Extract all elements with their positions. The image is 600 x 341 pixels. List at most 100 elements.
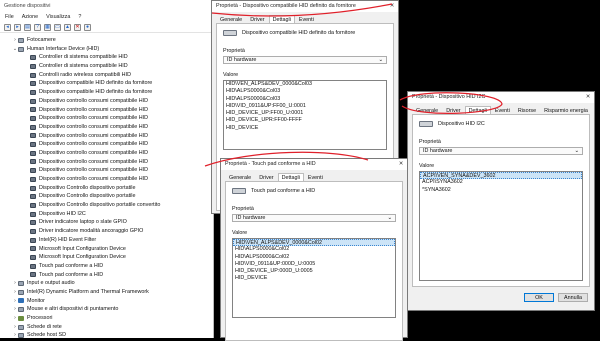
tab-dettagli[interactable]: Dettagli (277, 173, 304, 181)
value-item[interactable]: HID_DEVICE_UP:FF00_U:0001 (224, 110, 386, 117)
value-item[interactable]: HID\ALPS0000&Col02 (233, 246, 395, 253)
tree-device[interactable]: Driver indicatore laptop o slate GPIO (0, 218, 213, 227)
value-item[interactable]: HID\VEN_ALPS&DEV_0000&Col03 (224, 81, 386, 88)
tab-eventi[interactable]: Eventi (491, 106, 514, 114)
tree-category[interactable]: › Fotocamere (0, 36, 213, 45)
tab-generale[interactable]: Generale (412, 106, 442, 114)
value-item[interactable]: HID_DEVICE_UP:000D_U:0005 (233, 268, 395, 275)
ok-button[interactable]: OK (524, 293, 554, 302)
tree-device[interactable]: Dispositivo Controllo dispositivo portat… (0, 201, 213, 210)
tree-device[interactable]: Dispositivo controllo consumi compatibil… (0, 123, 213, 132)
tree-device[interactable]: Dispositivo Controllo dispositivo portat… (0, 192, 213, 201)
tree-device[interactable]: Dispositivo controllo consumi compatibil… (0, 97, 213, 106)
help-icon[interactable]: ? (34, 24, 41, 31)
tree-category[interactable]: › Monitor (0, 297, 213, 306)
menu-visualizza[interactable]: Visualizza (46, 14, 70, 22)
tree-device[interactable]: Dispositivo Controllo dispositivo portat… (0, 184, 213, 193)
tree-item-label: Dispositivo Controllo dispositivo portat… (39, 202, 161, 209)
tree-device[interactable]: Dispositivo controllo consumi compatibil… (0, 158, 213, 167)
tree-category[interactable]: ⌄ Human Interface Device (HID) (0, 45, 213, 54)
value-item[interactable]: HID\VID_0911&UP:FF00_U:0001 (224, 103, 386, 110)
tree-category[interactable]: › Intel(R) Dynamic Platform and Thermal F… (0, 288, 213, 297)
device-icon (30, 81, 36, 87)
tree-category[interactable]: › Input e output audio (0, 279, 213, 288)
tree-device[interactable]: Dispositivo controllo consumi compatibil… (0, 114, 213, 123)
tree-device[interactable]: Driver indicatore modalità ancoraggio GP… (0, 227, 213, 236)
tree-item-label: Dispositivo controllo consumi compatibil… (39, 149, 149, 156)
remove-icon[interactable]: ✕ (74, 24, 81, 31)
update-driver-icon[interactable]: ▲ (64, 24, 71, 31)
tree-item-label: Processori (27, 315, 53, 321)
properties-icon[interactable]: ▤ (24, 24, 31, 31)
device-icon (30, 237, 36, 243)
value-item-selected[interactable]: HID\VEN_ALPS&DEV_0000&Col02 (233, 239, 395, 247)
value-item[interactable]: HID\ALPS0000&Col03 (224, 88, 386, 95)
device-manager-window: Gestione dispositivi File Azione Visuali… (0, 0, 214, 338)
tab-eventi[interactable]: Eventi (304, 173, 327, 181)
tab-generale[interactable]: Generale (225, 173, 255, 181)
tree-device[interactable]: Microsoft Input Configuration Device (0, 245, 213, 254)
value-list[interactable]: ACPI\VEN_SYNA&DEV_3602 ACPI\SYNA3602 *SY… (419, 171, 583, 281)
tree-item-label: Intel(R) HID Event Filter (39, 236, 97, 243)
tree-category[interactable]: › Mouse e altri dispositivi di puntamento (0, 305, 213, 314)
close-icon[interactable]: ✕ (582, 92, 594, 103)
scan-icon[interactable]: ▦ (44, 24, 51, 31)
back-icon[interactable]: ◂ (4, 24, 11, 31)
forward-icon[interactable]: ▸ (14, 24, 21, 31)
tab-risparmio-energia[interactable]: Risparmio energia (540, 106, 592, 114)
menu-file[interactable]: File (5, 14, 14, 22)
value-item[interactable]: ACPI\SYNA3602 (420, 179, 582, 186)
tree-device[interactable]: Touch pad conforme a HID (0, 271, 213, 280)
tab-driver[interactable]: Driver (246, 15, 268, 23)
tab-dettagli[interactable]: Dettagli (464, 106, 491, 114)
tree-device[interactable]: Microsoft Input Configuration Device (0, 253, 213, 262)
tree-category[interactable]: › Schede host SD (0, 331, 213, 338)
value-item[interactable]: *SYNA3602 (420, 187, 582, 194)
tab-risorse[interactable]: Risorse (514, 106, 540, 114)
tree-device[interactable]: Intel(R) HID Event Filter (0, 236, 213, 245)
tab-generale[interactable]: Generale (216, 15, 246, 23)
close-icon[interactable]: ✕ (386, 1, 398, 12)
tree-category[interactable]: › Processori (0, 314, 213, 323)
tab-eventi[interactable]: Eventi (295, 15, 318, 23)
menu-help[interactable]: ? (78, 14, 81, 22)
tree-device[interactable]: Dispositivo controllo consumi compatibil… (0, 166, 213, 175)
tab-driver[interactable]: Driver (442, 106, 464, 114)
value-item[interactable]: HID\ALPS0000&Col02 (233, 254, 395, 261)
value-item-selected[interactable]: ACPI\VEN_SYNA&DEV_3602 (420, 172, 582, 180)
value-item[interactable]: HID_DEVICE_UPR:FF00-FFFF (224, 117, 386, 124)
tree-item-label: Monitor (27, 297, 45, 304)
tree-category[interactable]: › Schede di rete (0, 323, 213, 332)
tab-driver[interactable]: Driver (255, 173, 277, 181)
property-select[interactable]: ID hardware ⌄ (232, 214, 396, 222)
device-tree[interactable]: › Fotocamere ⌄ Human Interface Device (HID)… (0, 36, 213, 338)
menu-azione[interactable]: Azione (22, 14, 38, 22)
device-icon (30, 63, 36, 69)
tree-device[interactable]: Touch pad conforme a HID (0, 262, 213, 271)
tree-device[interactable]: Dispositivo HID I2C (0, 210, 213, 219)
tree-device[interactable]: Dispositivo controllo consumi compatibil… (0, 106, 213, 115)
value-item[interactable]: HID_DEVICE (233, 275, 395, 282)
tree-device[interactable]: Dispositivo controllo consumi compatibil… (0, 175, 213, 184)
value-list[interactable]: HID\VEN_ALPS&DEV_0000&Col03 HID\ALPS0000… (223, 80, 387, 150)
tree-device[interactable]: Dispositivo compatibile HID definito da … (0, 79, 213, 88)
tree-device[interactable]: Dispositivo compatibile HID definito da … (0, 88, 213, 97)
close-icon[interactable]: ✕ (395, 159, 407, 170)
download-icon[interactable]: ● (84, 24, 91, 31)
value-list[interactable]: HID\VEN_ALPS&DEV_0000&Col02 HID\ALPS0000… (232, 238, 396, 318)
tree-device[interactable]: Dispositivo controllo consumi compatibil… (0, 140, 213, 149)
tree-device[interactable]: Dispositivo controllo consumi compatibil… (0, 132, 213, 141)
monitor-icon[interactable]: ▭ (54, 24, 61, 31)
value-item[interactable]: HID_DEVICE (224, 125, 386, 132)
property-select[interactable]: ID hardware ⌄ (223, 56, 387, 64)
tree-device[interactable]: Dispositivo controllo consumi compatibil… (0, 149, 213, 158)
tree-item-label: Dispositivo controllo consumi compatibil… (39, 97, 149, 104)
cancel-button[interactable]: Annulla (558, 293, 588, 302)
tab-dettagli[interactable]: Dettagli (268, 15, 295, 23)
tree-device[interactable]: Controlli radio wireless compatibili HID (0, 71, 213, 80)
value-item[interactable]: HID\ALPS0000&Col03 (224, 96, 386, 103)
tree-device[interactable]: Controller di sistema compatibile HID (0, 62, 213, 71)
tree-device[interactable]: Controller di sistema compatibile HID (0, 53, 213, 62)
property-select[interactable]: ID hardware ⌄ (419, 147, 583, 155)
value-item[interactable]: HID\VID_0911&UP:000D_U:0005 (233, 261, 395, 268)
